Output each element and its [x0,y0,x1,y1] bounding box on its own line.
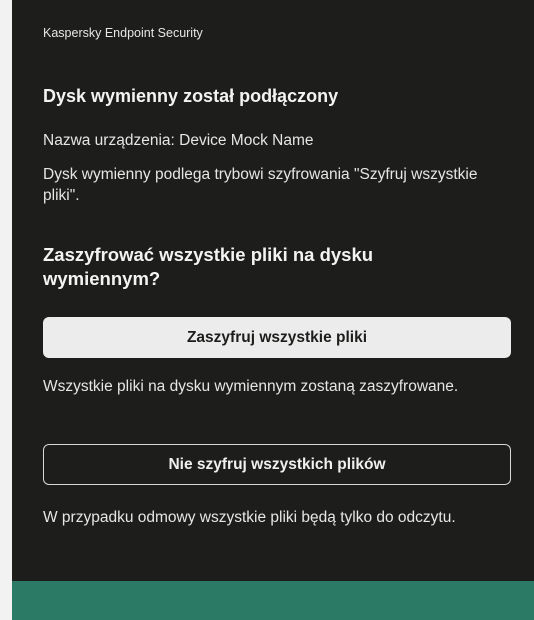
encrypt-all-button[interactable]: Zaszyfruj wszystkie pliki [43,317,511,358]
footer-accent-bar [12,581,534,620]
read-only-note: W przypadku odmowy wszystkie pliki będą … [43,509,456,526]
do-not-encrypt-button[interactable]: Nie szyfruj wszystkich plików [43,444,511,485]
app-title: Kaspersky Endpoint Security [43,26,203,40]
device-name-text: Nazwa urządzenia: Device Mock Name [43,132,314,149]
encrypt-question: Zaszyfrować wszystkie pliki na dysku wym… [43,244,374,289]
notification-heading: Dysk wymienny został podłączony [43,86,339,106]
encryption-mode-text: Dysk wymienny podlega trybowi szyfrowani… [43,166,478,204]
notification-window: Kaspersky Endpoint Security Dysk wymienn… [12,0,534,620]
encrypt-note: Wszystkie pliki na dysku wymiennym zosta… [43,378,459,395]
